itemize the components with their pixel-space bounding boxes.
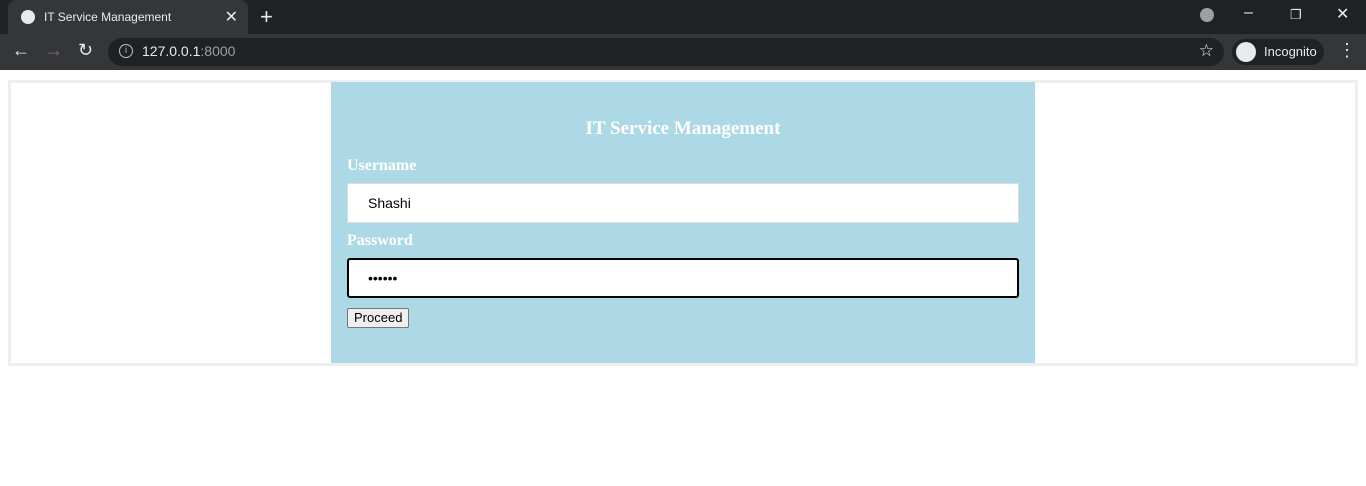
toolbar: ← → ↻ i 127.0.0.1:8000 ☆ Incognito ⋮ bbox=[0, 34, 1366, 70]
profile-label: Incognito bbox=[1264, 44, 1317, 59]
info-icon[interactable]: i bbox=[119, 44, 133, 58]
back-icon[interactable]: ← bbox=[12, 40, 30, 61]
incognito-profile-button[interactable]: Incognito bbox=[1232, 39, 1324, 65]
minimize-icon[interactable]: – bbox=[1244, 4, 1253, 22]
menu-icon[interactable]: ⋮ bbox=[1338, 40, 1356, 61]
bookmark-star-icon[interactable]: ☆ bbox=[1199, 41, 1214, 61]
login-form: IT Service Management Username Shashi Pa… bbox=[331, 82, 1035, 363]
new-tab-icon[interactable]: + bbox=[260, 4, 273, 30]
restore-icon[interactable]: ❐ bbox=[1290, 7, 1302, 23]
close-tab-icon[interactable]: ✕ bbox=[225, 7, 238, 27]
reload-icon[interactable]: ↻ bbox=[78, 40, 93, 61]
browser-tab[interactable]: IT Service Management ✕ bbox=[8, 0, 248, 34]
forward-icon[interactable]: → bbox=[45, 40, 63, 61]
url-text: 127.0.0.1:8000 bbox=[142, 43, 235, 59]
proceed-button[interactable]: Proceed bbox=[347, 308, 410, 328]
tab-bar: IT Service Management ✕ + – ❐ ✕ bbox=[0, 0, 1366, 34]
password-input[interactable]: •••••• bbox=[347, 258, 1019, 298]
url-port: :8000 bbox=[200, 43, 236, 59]
tab-title: IT Service Management bbox=[44, 10, 172, 24]
username-label: Username bbox=[347, 157, 417, 174]
window-close-icon[interactable]: ✕ bbox=[1336, 4, 1349, 24]
page-title: IT Service Management bbox=[585, 118, 781, 139]
username-input[interactable]: Shashi bbox=[347, 183, 1019, 223]
url-host: 127.0.0.1 bbox=[142, 43, 201, 59]
globe-icon bbox=[21, 10, 35, 24]
password-label: Password bbox=[347, 232, 413, 249]
incognito-icon bbox=[1236, 42, 1256, 62]
address-bar[interactable]: i 127.0.0.1:8000 ☆ bbox=[108, 38, 1224, 66]
tab-search-icon[interactable] bbox=[1200, 8, 1214, 22]
